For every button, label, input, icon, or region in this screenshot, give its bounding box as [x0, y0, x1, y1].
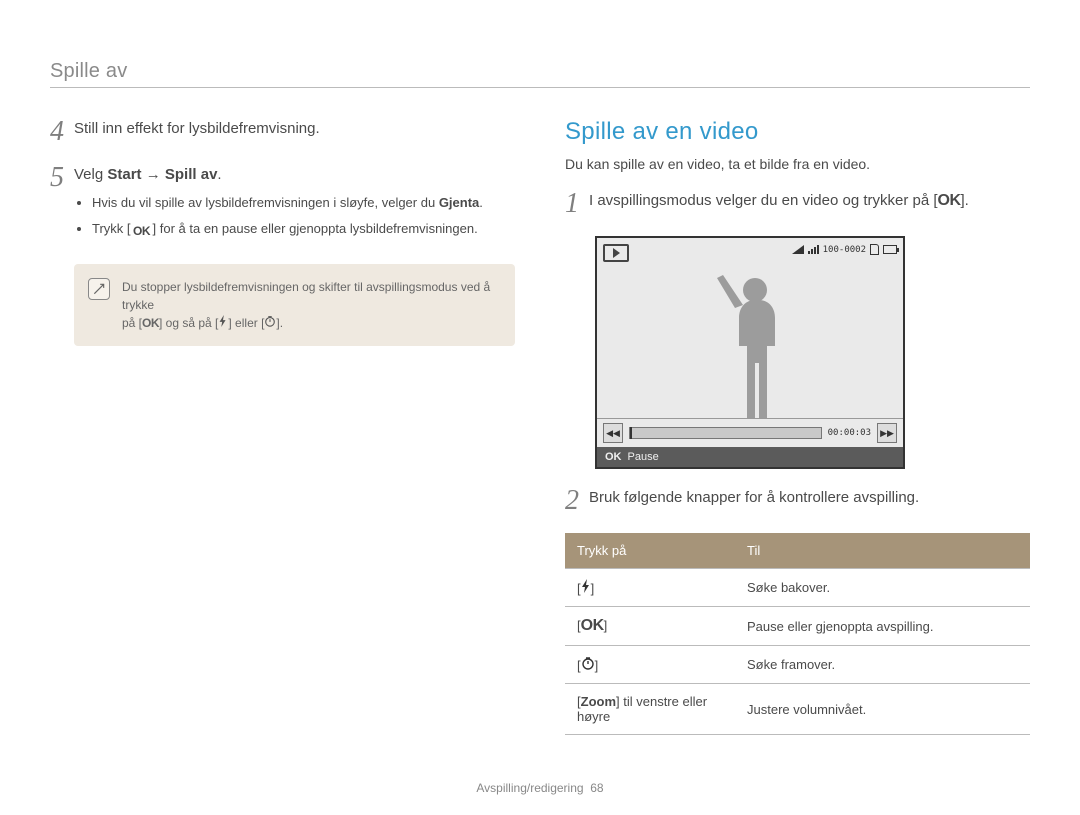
b1-emph: Gjenta: [439, 195, 479, 210]
b1-suffix: .: [479, 195, 483, 210]
ok-icon: OK: [605, 451, 622, 463]
cell-action: Søke bakover.: [735, 569, 1030, 607]
table-row: [OK] Pause eller gjenoppta avspilling.: [565, 607, 1030, 646]
cell-action: Justere volumnivået.: [735, 684, 1030, 735]
table-row: [Zoom] til venstre eller høyre Justere v…: [565, 684, 1030, 735]
step-number: 4: [50, 118, 74, 146]
screen-status: 100-0002: [792, 244, 897, 255]
bullet-repeat: Hvis du vil spille av lysbildefremvisnin…: [92, 193, 515, 213]
step5-suffix: .: [217, 166, 221, 183]
file-counter: 100-0002: [823, 245, 866, 255]
r4b: Zoom: [581, 694, 616, 709]
flash-icon: [218, 314, 228, 332]
cell-action: Søke framover.: [735, 646, 1030, 684]
step5-prefix: Velg: [74, 166, 107, 183]
step-2: 2 Bruk følgende knapper for å kontroller…: [565, 487, 1030, 515]
ok-icon: OK: [131, 224, 153, 238]
cell-key: []: [565, 569, 735, 607]
play-mode-icon: [603, 244, 629, 262]
signal-bars-icon: [808, 245, 819, 254]
footer-page: 68: [590, 781, 603, 795]
ok-icon: OK: [938, 192, 961, 209]
note-box: Du stopper lysbildefremvisningen og skif…: [74, 264, 515, 346]
battery-icon: [883, 245, 897, 254]
memory-icon: [792, 245, 804, 254]
section-desc: Du kan spille av en video, ta et bilde f…: [565, 156, 1030, 172]
step-5: 5 Velg Start → Spill av. Hvis du vil spi…: [50, 164, 515, 244]
step-number: 5: [50, 164, 74, 192]
timer-icon: [581, 656, 595, 673]
left-column: 4 Still inn effekt for lysbildefremvisni…: [50, 118, 515, 735]
elapsed-time: 00:00:03: [828, 428, 871, 438]
footer-section: Avspilling/redigering: [476, 781, 583, 795]
screen-footer: OK Pause: [597, 447, 903, 467]
step-number: 2: [565, 487, 589, 515]
card-icon: [870, 244, 879, 255]
th-press: Trykk på: [565, 533, 735, 569]
step5-emph: Start → Spill av: [107, 166, 217, 183]
flash-icon: [581, 579, 591, 596]
s1-prefix: I avspillingsmodus velger du en video og…: [589, 192, 938, 209]
video-screenshot: 100-0002 ◀◀ 00:00:03 ▶▶ OK Paus: [595, 236, 1030, 469]
step-text: Velg Start → Spill av. Hvis du vil spill…: [74, 164, 515, 244]
note-l1: Du stopper lysbildefremvisningen og skif…: [122, 280, 490, 312]
th-to: Til: [735, 533, 1030, 569]
table-row: [] Søke framover.: [565, 646, 1030, 684]
person-silhouette: [705, 268, 795, 418]
cell-key: []: [565, 646, 735, 684]
b1-prefix: Hvis du vil spille av lysbildefremvisnin…: [92, 195, 439, 210]
note-icon: [88, 278, 110, 300]
right-column: Spille av en video Du kan spille av en v…: [565, 118, 1030, 735]
step-text: I avspillingsmodus velger du en video og…: [589, 190, 1030, 212]
step-text: Bruk følgende knapper for å kontrollere …: [589, 487, 1030, 508]
page-header: Spille av: [50, 60, 1030, 88]
cell-action: Pause eller gjenoppta avspilling.: [735, 607, 1030, 646]
table-row: [] Søke bakover.: [565, 569, 1030, 607]
bullet-ok-pause: Trykk [OK] for å ta en pause eller gjeno…: [92, 219, 515, 239]
s1-suffix: ].: [961, 192, 969, 209]
ok-icon: OK: [581, 617, 604, 634]
cell-key: [Zoom] til venstre eller høyre: [565, 684, 735, 735]
note-text: Du stopper lysbildefremvisningen og skif…: [122, 278, 501, 332]
note-l2a: på [: [122, 316, 142, 330]
section-title: Spille av en video: [565, 118, 1030, 146]
note-l2c: ] eller [: [228, 316, 264, 330]
cell-key: [OK]: [565, 607, 735, 646]
video-progress-bar: ◀◀ 00:00:03 ▶▶: [597, 418, 903, 447]
note-l2d: ].: [276, 316, 283, 330]
step-4: 4 Still inn effekt for lysbildefremvisni…: [50, 118, 515, 146]
progress-track[interactable]: [629, 427, 822, 439]
b2-suffix: ] for å ta en pause eller gjenoppta lysb…: [153, 221, 478, 236]
forward-button[interactable]: ▶▶: [877, 423, 897, 443]
note-l2b: ] og så på [: [159, 316, 218, 330]
rewind-button[interactable]: ◀◀: [603, 423, 623, 443]
table-header-row: Trykk på Til: [565, 533, 1030, 569]
ok-icon: OK: [142, 316, 159, 330]
step-text: Still inn effekt for lysbildefremvisning…: [74, 118, 515, 139]
timer-icon: [264, 314, 276, 332]
b2-prefix: Trykk [: [92, 221, 131, 236]
step-1: 1 I avspillingsmodus velger du en video …: [565, 190, 1030, 218]
page-footer: Avspilling/redigering 68: [0, 781, 1080, 795]
footer-label: Pause: [628, 451, 659, 463]
controls-table: Trykk på Til [] Søke bakover. [OK] Pause…: [565, 533, 1030, 735]
step-number: 1: [565, 190, 589, 218]
